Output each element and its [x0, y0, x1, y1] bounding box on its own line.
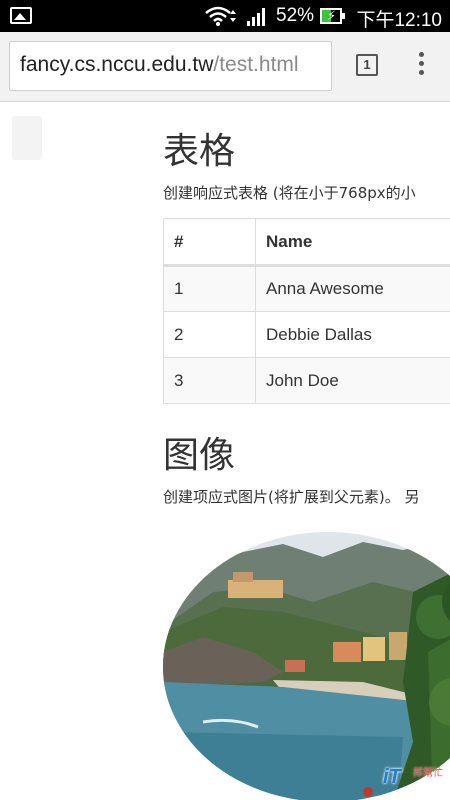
status-bar: 52% ⚡ 下午12:10 [0, 0, 450, 32]
images-description: 创建项应式图片(将扩展到父元素)。 另 [163, 488, 420, 506]
browser-toolbar: fancy.cs.nccu.edu.tw/test.html 1 [0, 32, 450, 102]
battery-percent: 52% [276, 5, 315, 26]
table-cell-number: 2 [163, 311, 256, 358]
url-path: /test.html [213, 53, 299, 76]
table-row: 2 Debbie Dallas [163, 311, 450, 358]
circular-landscape-image [163, 532, 450, 800]
tables-description: 创建响应式表格 (将在小于768px的小 [163, 184, 416, 202]
column-header-name: Name [255, 218, 450, 267]
address-bar[interactable]: fancy.cs.nccu.edu.tw/test.html [9, 41, 332, 91]
table-cell-number: 3 [163, 357, 256, 404]
wifi-icon [205, 6, 236, 26]
table-cell-number: 1 [163, 265, 256, 312]
ithelp-watermark-logo: iT 邦幫忙 [383, 762, 447, 796]
battery-charging-icon: ⚡ [320, 8, 345, 24]
gallery-icon [10, 7, 32, 24]
overflow-menu-icon[interactable] [415, 52, 427, 80]
web-page: 表格 创建响应式表格 (将在小于768px的小 # Name 1 Anna Aw… [0, 102, 450, 800]
images-heading: 图像 [163, 435, 236, 476]
table-row: 1 Anna Awesome [163, 265, 450, 312]
charging-bolt-icon: ⚡ [327, 9, 337, 24]
table-cell-name: John Doe [255, 357, 450, 404]
table-header-row: # Name [163, 218, 450, 267]
watermark-tagline: 邦幫忙 [413, 768, 443, 779]
url-host: fancy.cs.nccu.edu.tw [20, 53, 214, 76]
table-cell-name: Debbie Dallas [255, 311, 450, 358]
responsive-table: # Name 1 Anna Awesome 2 Debbie Dallas 3 … [163, 218, 450, 404]
table-row: 3 John Doe [163, 357, 450, 404]
table-cell-name: Anna Awesome [255, 265, 450, 312]
watermark-brand: iT [383, 766, 401, 788]
faded-icon [12, 116, 42, 160]
column-header-number: # [163, 218, 256, 267]
tables-heading: 表格 [163, 131, 236, 172]
clock: 下午12:10 [356, 10, 442, 31]
signal-icon [247, 8, 265, 26]
tab-switcher-button[interactable]: 1 [356, 54, 378, 76]
